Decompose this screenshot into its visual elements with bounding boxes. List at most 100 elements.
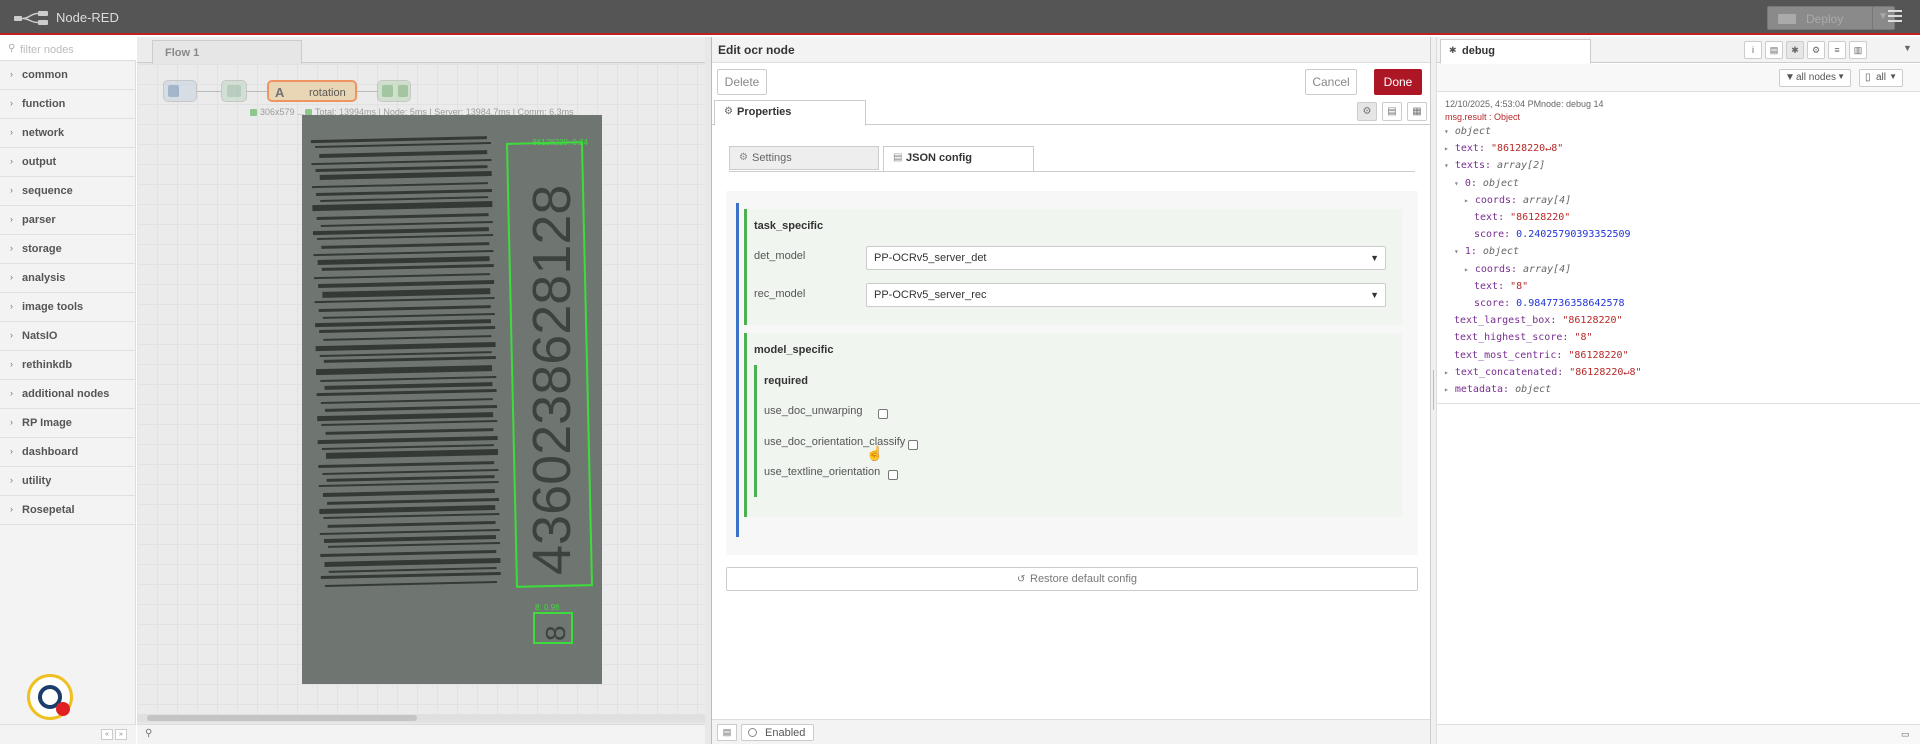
chevron-down-icon[interactable]: ▼ — [1903, 43, 1912, 53]
popout-icon[interactable]: ▭ — [1901, 729, 1910, 740]
done-button[interactable]: Done — [1374, 69, 1422, 95]
canvas-horizontal-scrollbar[interactable] — [137, 714, 705, 722]
chevron-down-icon: ▼ — [1370, 253, 1379, 263]
chevron-down-icon: ▼ — [1370, 290, 1379, 300]
info-icon[interactable]: i — [1744, 41, 1762, 59]
tree-toggle-icon: ▾ — [1444, 127, 1449, 136]
tree-key: 1: — [1464, 246, 1483, 258]
debug-tree-line[interactable]: ▸ text: "86128220↵8" — [1444, 143, 1563, 154]
enabled-toggle[interactable]: Enabled — [741, 724, 814, 741]
palette-category[interactable]: › parser — [0, 206, 136, 235]
palette-category[interactable]: › dashboard — [0, 438, 136, 467]
appearance-icon[interactable]: ▦ — [1407, 102, 1427, 121]
palette-category-label: dashboard — [22, 446, 79, 458]
restore-default-label: Restore default config — [1030, 573, 1138, 585]
palette-category[interactable]: › NatsIO — [0, 322, 136, 351]
tree-value: "86128220" — [1568, 349, 1629, 361]
palette-category[interactable]: › utility — [0, 467, 136, 496]
debug-tree-line[interactable]: ▸ coords: array[4] — [1464, 264, 1571, 275]
chevron-right-icon: › — [10, 243, 13, 253]
palette-category[interactable]: › sequence — [0, 177, 136, 206]
circle-icon — [748, 728, 757, 737]
flow-node-ocr-rotation[interactable]: A rotation — [267, 80, 357, 102]
tab-debug[interactable]: ✱ debug — [1440, 39, 1591, 64]
palette-footer: « » — [0, 724, 136, 744]
filter-all-dropdown[interactable]: ▯ all ▼ — [1859, 69, 1903, 87]
deploy-caret-icon[interactable]: ▼ — [1878, 11, 1888, 22]
sidebar-tabs: ✱ debug i ▤ ✱ ⚙ ≡ ▥ ▼ — [1437, 37, 1920, 64]
tab-settings[interactable]: ⚙ Settings — [729, 146, 879, 170]
debug-tree-line[interactable]: ▾ 1: object — [1454, 246, 1519, 257]
debug-tree-line[interactable]: ▾ 0: object — [1454, 178, 1519, 189]
deploy-button[interactable]: Deploy ▼ — [1767, 6, 1895, 30]
flow-node-image[interactable] — [221, 80, 247, 102]
book-icon[interactable]: ▤ — [717, 724, 737, 741]
restore-default-config-button[interactable]: ↺ Restore default config — [726, 567, 1418, 591]
undo-icon: ↺ — [1017, 574, 1026, 585]
tree-value: 0.24025790393352509 — [1516, 229, 1631, 241]
option-checkbox[interactable] — [878, 409, 888, 419]
tray-footer: ▤ Enabled — [712, 719, 1430, 744]
palette-category[interactable]: › output — [0, 148, 136, 177]
chevron-right-icon: › — [10, 214, 13, 224]
debug-tree-line[interactable]: ▸ metadata: object — [1444, 384, 1551, 395]
bug-icon[interactable]: ✱ — [1786, 41, 1804, 59]
option-label: use_textline_orientation — [764, 466, 881, 478]
tree-key: texts: — [1454, 160, 1498, 172]
rec-model-select[interactable]: PP-OCRv5_server_rec ▼ — [866, 283, 1386, 307]
palette-category[interactable]: › RP Image — [0, 409, 136, 438]
gear-icon: ⚙ — [724, 106, 733, 117]
palette-category[interactable]: › common — [0, 61, 136, 90]
palette-search-input[interactable]: filter nodes — [20, 44, 74, 56]
chevron-right-icon: › — [10, 504, 13, 514]
det-model-select[interactable]: PP-OCRv5_server_det ▼ — [866, 246, 1386, 270]
description-icon[interactable]: ▤ — [1382, 102, 1402, 121]
flow-node-inject[interactable] — [163, 80, 197, 102]
debug-toggle-icon[interactable] — [398, 85, 408, 97]
debug-tree-line[interactable]: ▾ texts: array[2] — [1444, 160, 1545, 171]
palette-category[interactable]: › analysis — [0, 264, 136, 293]
delete-button[interactable]: Delete — [717, 69, 767, 95]
cancel-button[interactable]: Cancel — [1305, 69, 1357, 95]
palette-category[interactable]: › network — [0, 119, 136, 148]
collapse-all-icon[interactable]: « — [101, 729, 113, 740]
debug-tree-line: text_largest_box: "86128220" — [1454, 315, 1623, 326]
tab-json-config[interactable]: ▤ JSON config — [883, 146, 1034, 172]
palette-category[interactable]: › rethinkdb — [0, 351, 136, 380]
tab-properties[interactable]: ⚙ Properties — [714, 100, 866, 126]
tree-toggle-icon: ▾ — [1454, 247, 1459, 257]
font-icon: A — [275, 85, 285, 100]
book-icon[interactable]: ▤ — [1765, 41, 1783, 59]
debug-message-node[interactable]: node: debug 14 — [1541, 99, 1604, 109]
palette-category[interactable]: › image tools — [0, 293, 136, 322]
palette-category[interactable]: › function — [0, 90, 136, 119]
node-settings-icon[interactable]: ⚙ — [1357, 102, 1377, 121]
main-menu-icon[interactable] — [1888, 10, 1902, 22]
debug-tree-line[interactable]: ▾ object — [1444, 126, 1491, 137]
palette-category[interactable]: › storage — [0, 235, 136, 264]
tray-title: Edit ocr node — [718, 43, 795, 57]
box2-label: 8: 0.98 — [535, 603, 560, 612]
option-checkbox[interactable] — [888, 470, 898, 480]
palette-category[interactable]: › Rosepetal — [0, 496, 136, 525]
search-flows-icon[interactable]: ⚲ — [145, 728, 152, 739]
scrollbar-thumb[interactable] — [147, 715, 417, 721]
debug-tree-line[interactable]: ▸ coords: array[4] — [1464, 195, 1571, 206]
database-icon[interactable]: ≡ — [1828, 41, 1846, 59]
model-specific-section: model_specific required use_doc_unwarpin… — [744, 333, 1402, 517]
option-checkbox[interactable] — [908, 440, 918, 450]
tab-flow-1[interactable]: Flow 1 — [152, 40, 302, 64]
chevron-right-icon: › — [10, 272, 13, 282]
palette-category-label: parser — [22, 214, 56, 226]
palette-category-label: Rosepetal — [22, 504, 75, 516]
debug-tree-line[interactable]: ▸ text_concatenated: "86128220↵8" — [1444, 367, 1642, 378]
palette-search[interactable]: ⚲ filter nodes — [0, 37, 136, 61]
expand-all-icon[interactable]: » — [115, 729, 127, 740]
chevron-right-icon: › — [10, 185, 13, 195]
tree-key: score: — [1474, 298, 1517, 309]
chart-icon[interactable]: ▥ — [1849, 41, 1867, 59]
palette-category[interactable]: › additional nodes — [0, 380, 136, 409]
filter-nodes-dropdown[interactable]: ▼ all nodes ▼ — [1779, 69, 1851, 87]
gear-icon[interactable]: ⚙ — [1807, 41, 1825, 59]
flow-node-debug[interactable] — [377, 80, 411, 102]
